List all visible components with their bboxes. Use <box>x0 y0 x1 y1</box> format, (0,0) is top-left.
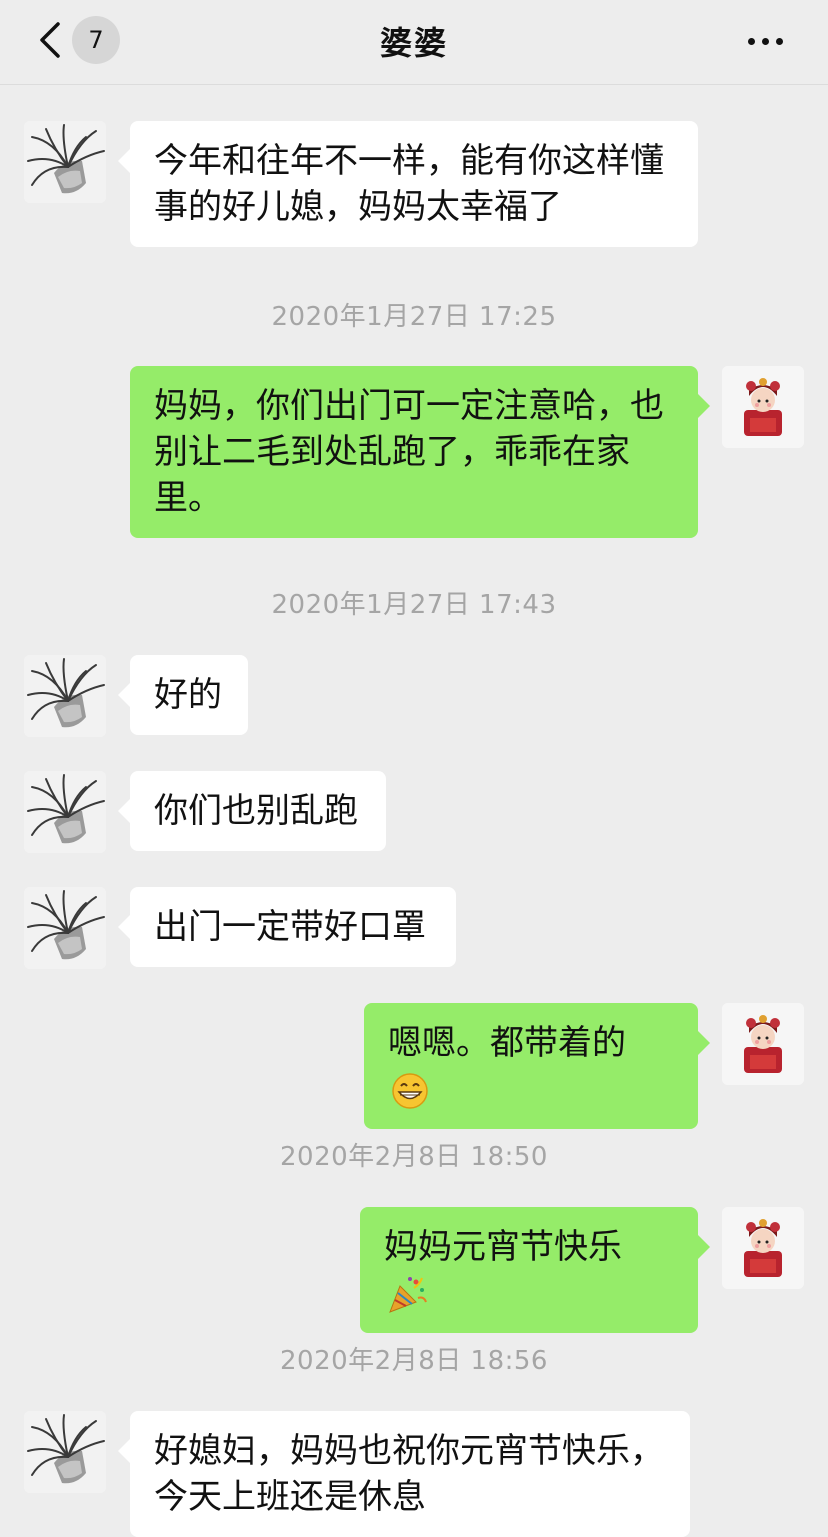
incoming-message-bubble[interactable]: 今年和往年不一样，能有你这样懂事的好儿媳，妈妈太幸福了 <box>118 121 698 247</box>
timestamp: 2020年1月27日 17:43 <box>271 590 557 620</box>
plant-avatar-icon <box>24 655 106 737</box>
contact-avatar[interactable] <box>24 1411 106 1493</box>
message-text: 今年和往年不一样，能有你这样懂事的好儿媳，妈妈太幸福了 <box>154 141 664 227</box>
doll-avatar-icon <box>722 1003 804 1085</box>
incoming-message-bubble[interactable]: 好的 <box>118 655 248 735</box>
chat-title: 婆婆 <box>379 24 448 62</box>
outgoing-message-bubble[interactable]: 妈妈元宵节快乐 <box>360 1207 710 1333</box>
timestamp: 2020年2月8日 18:50 <box>280 1142 548 1172</box>
contact-avatar[interactable] <box>24 771 106 853</box>
my-avatar[interactable] <box>722 1207 804 1289</box>
plant-avatar-icon <box>24 887 106 969</box>
message-text: 好媳妇，妈妈也祝你元宵节快乐，今天上班还是休息 <box>154 1431 664 1517</box>
contact-avatar[interactable] <box>24 887 106 969</box>
outgoing-message-bubble[interactable]: 嗯嗯。都带着的 <box>364 1003 710 1129</box>
message-text: 妈妈，你们出门可一定注意哈，也别让二毛到处乱跑了，乖乖在家里。 <box>154 386 664 518</box>
message-text: 你们也别乱跑 <box>154 791 358 831</box>
message-text: 好的 <box>154 675 222 715</box>
incoming-message-bubble[interactable]: 好媳妇，妈妈也祝你元宵节快乐，今天上班还是休息 <box>118 1411 690 1537</box>
party-popper-emoji <box>389 1276 427 1313</box>
plant-avatar-icon <box>24 121 106 203</box>
my-avatar[interactable] <box>722 366 804 448</box>
message-text: 嗯嗯。都带着的 <box>388 1023 626 1063</box>
timestamp: 2020年1月27日 17:25 <box>271 302 557 332</box>
doll-avatar-icon <box>722 1207 804 1289</box>
doll-avatar-icon <box>722 366 804 448</box>
more-dots-icon <box>748 38 755 45</box>
message-text: 出门一定带好口罩 <box>154 907 426 947</box>
grin-emoji <box>392 1072 428 1109</box>
my-avatar[interactable] <box>722 1003 804 1085</box>
plant-avatar-icon <box>24 771 106 853</box>
timestamp: 2020年2月8日 18:56 <box>280 1346 548 1376</box>
more-button[interactable] <box>744 30 788 54</box>
contact-avatar[interactable] <box>24 121 106 203</box>
contact-avatar[interactable] <box>24 655 106 737</box>
incoming-message-bubble[interactable]: 出门一定带好口罩 <box>118 887 456 967</box>
plant-avatar-icon <box>24 1411 106 1493</box>
incoming-message-bubble[interactable]: 你们也别乱跑 <box>118 771 386 851</box>
outgoing-message-bubble[interactable]: 妈妈，你们出门可一定注意哈，也别让二毛到处乱跑了，乖乖在家里。 <box>130 366 710 538</box>
top-bar: 7 婆婆 <box>0 0 828 85</box>
message-text: 妈妈元宵节快乐 <box>384 1227 622 1267</box>
